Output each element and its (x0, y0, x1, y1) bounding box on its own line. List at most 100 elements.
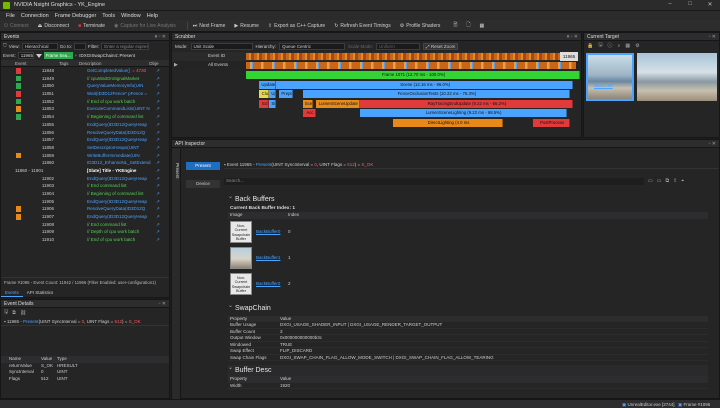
timeline-segment[interactable]: LumenSceneUpdate (316, 99, 360, 108)
timeline-segment[interactable]: FenceOcclusionTests (10.22 ms - 76.3%) (302, 90, 570, 98)
link-icon[interactable]: ⛓ (20, 310, 26, 316)
open-object-icon[interactable]: ↗ (156, 175, 160, 183)
event-row[interactable]: 11849 // cpuWaitOnSignalMarket ↗ (1, 75, 169, 83)
event-row[interactable]: 11906 ResolveQueryData(ID3D12Q ↗ (1, 205, 169, 213)
col-tags[interactable]: Tags (59, 60, 69, 67)
notes-icon[interactable]: 🗎 (453, 22, 457, 30)
panel-options-icon[interactable]: ▫ ✕ (709, 140, 716, 148)
event-group-row[interactable]: 11860 - 11901 [Slate] Title - YKEngine ↗ (1, 167, 169, 175)
dropdown-icon[interactable] (35, 53, 42, 58)
back-buffer-0-link[interactable]: BackBuffer0 (256, 229, 280, 234)
open-object-icon[interactable]: ↗ (156, 90, 160, 98)
open-object-icon[interactable]: ↗ (156, 182, 160, 190)
back-buffer-2-link[interactable]: BackBuffer2 (256, 281, 280, 286)
tab-events[interactable]: Events (1, 289, 23, 297)
hierarchy-select[interactable]: Queue Centric (279, 42, 346, 50)
open-object-icon[interactable]: ↗ (156, 67, 160, 75)
expand-path-icon[interactable]: + (75, 53, 78, 58)
timeline-segment[interactable]: PostProcess (533, 118, 570, 127)
mode-select[interactable]: Unit Scale (190, 42, 253, 50)
event-row[interactable]: 11904 // Beginning of command list ↗ (1, 190, 169, 198)
view-select[interactable]: Hierarchical (21, 42, 58, 50)
resume-button[interactable]: ▶ Resume (234, 23, 258, 29)
col-description[interactable]: Description (79, 60, 102, 67)
filter-funnel-icon[interactable]: ⛉ (3, 43, 7, 49)
event-row[interactable]: 11854 // Beginning of command list ↗ (1, 113, 169, 121)
col-object[interactable]: Obje (149, 60, 159, 67)
api-search-input[interactable]: Search... (224, 178, 644, 185)
expand-icon[interactable]: ▭ (657, 178, 662, 184)
event-row[interactable]: 11859 WriteBufferImmediate(UIN ↗ (1, 152, 169, 160)
copy-icon[interactable]: ⧉ (665, 178, 669, 184)
event-row[interactable]: 11907 EndQuery(ID3D12QueryHeap ↗ (1, 213, 169, 221)
open-object-icon[interactable]: ↗ (156, 190, 160, 198)
export-cpp-button[interactable]: ⇪ Export as C++ Capture (268, 23, 325, 29)
open-object-icon[interactable]: ↗ (156, 167, 160, 175)
panel-options-icon[interactable]: ▾ ▫ ✕ (567, 33, 578, 41)
menu-frame-debugger[interactable]: Frame Debugger (55, 13, 97, 19)
timeline-segment[interactable]: DirectLighting (4.0 ms (392, 118, 504, 127)
scrubber-timeline[interactable]: Frame 1071 (12.70 ms - 100.0%) Update Scen… (246, 70, 580, 136)
open-object-icon[interactable]: ↗ (156, 105, 160, 113)
open-object-icon[interactable]: ↗ (156, 129, 160, 137)
menu-file[interactable]: File (6, 13, 15, 19)
profile-shaders-button[interactable]: ⚙ Profile Shaders (400, 23, 441, 29)
event-row[interactable]: 11852 // End of cpu work batch ↗ (1, 98, 169, 106)
pin-icon[interactable]: ⌖ (681, 178, 684, 184)
event-row[interactable]: 11908 // End command list ↗ (1, 221, 169, 229)
event-row[interactable]: 11858 SetDescriptorHeaps(UINT ↗ (1, 144, 169, 152)
all-events-bar[interactable] (246, 62, 576, 69)
event-row[interactable]: 11851 Wait(ID3D12Fence* pFence = ↗ (1, 90, 169, 98)
event-row[interactable]: 11905 EndQuery(ID3D12QueryHeap ↗ (1, 198, 169, 206)
timeline-segment[interactable]: Sil (269, 99, 277, 108)
event-row[interactable]: 11855 EndQuery(ID3D12QueryHeap ↗ (1, 121, 169, 129)
vertical-tab-present[interactable]: Present (175, 163, 180, 179)
save-icon[interactable]: 🖫 (4, 309, 8, 317)
event-goto-input[interactable]: 11965 (17, 52, 34, 59)
back-buffer-2-thumb[interactable]: Non-Current Swapchain Buffer (230, 272, 252, 295)
bookmark-button[interactable]: Frame Sea... (43, 52, 73, 59)
open-object-icon[interactable]: ↗ (156, 228, 160, 236)
target-thumb-2[interactable] (637, 53, 717, 101)
document-icon[interactable]: 🗋 (466, 22, 470, 30)
open-object-icon[interactable]: ↗ (156, 221, 160, 229)
reset-zoom-button[interactable]: ⤢ Reset Zoom (423, 42, 459, 50)
event-id-ruler[interactable] (246, 53, 560, 60)
event-row[interactable]: 11853 ExecuteCommandLists(UINT N ↗ (1, 105, 169, 113)
back-buffer-1-thumb[interactable] (230, 246, 252, 269)
event-row[interactable]: 11848 GetCompletedValue() = 4730 ↗ (1, 67, 169, 75)
save-icon[interactable]: 🖫 (598, 42, 602, 50)
event-row[interactable]: 11909 // Depth of cpu work batch ↗ (1, 228, 169, 236)
back-buffers-section[interactable]: Back Buffers (228, 192, 708, 205)
open-object-icon[interactable]: ↗ (156, 144, 160, 152)
timeline-segment[interactable]: Update (259, 80, 277, 89)
menu-help[interactable]: Help (147, 13, 158, 19)
timeline-segment[interactable]: Up (269, 90, 277, 98)
panel-options-icon[interactable]: ▫ ✕ (159, 300, 166, 308)
event-row[interactable]: 11856 ResolveQueryData(ID3D12Q ↗ (1, 129, 169, 137)
info-icon[interactable]: ⓘ (608, 42, 613, 49)
open-object-icon[interactable]: ↗ (156, 136, 160, 144)
timeline-segment[interactable]: LumenSceneLighting (9.22 ms - 68.5%) (359, 109, 567, 117)
lock-icon[interactable]: 🔒 (587, 43, 593, 49)
refresh-timings-button[interactable]: ↻ Refresh Event Timings (334, 23, 391, 29)
scale-mode-select[interactable]: Uniform (376, 42, 421, 50)
buffer-desc-section[interactable]: Buffer Desc (228, 363, 708, 376)
menu-window[interactable]: Window (121, 13, 141, 19)
tab-device[interactable]: Device (186, 180, 220, 188)
event-row[interactable]: 11903 // End command list ↗ (1, 182, 169, 190)
open-object-icon[interactable]: ↗ (156, 75, 160, 83)
open-object-icon[interactable]: ↗ (156, 152, 160, 160)
timeline-segment[interactable]: RayTracingEndUpdate (9.22 ms - 66.2%) (359, 99, 574, 108)
filter-input[interactable]: Enter a regular expression (101, 42, 150, 50)
goto-input[interactable] (73, 42, 86, 50)
swapchain-section[interactable]: SwapChain (228, 301, 708, 314)
timeline-segment[interactable]: Scene (12.16 ms - 96.0%) (276, 80, 574, 89)
connect-button[interactable]: ⏻ Connect (4, 23, 29, 29)
layout-icon[interactable]: ▦ (479, 23, 484, 29)
minimize-button[interactable]: – (660, 1, 680, 7)
event-row[interactable]: 11850 QueryValueMemoryInfo(UIN ↗ (1, 82, 169, 90)
event-fn[interactable]: Present (23, 319, 39, 324)
panel-options-icon[interactable]: ▫ ✕ (709, 33, 716, 41)
tab-present[interactable]: Present (186, 162, 220, 170)
